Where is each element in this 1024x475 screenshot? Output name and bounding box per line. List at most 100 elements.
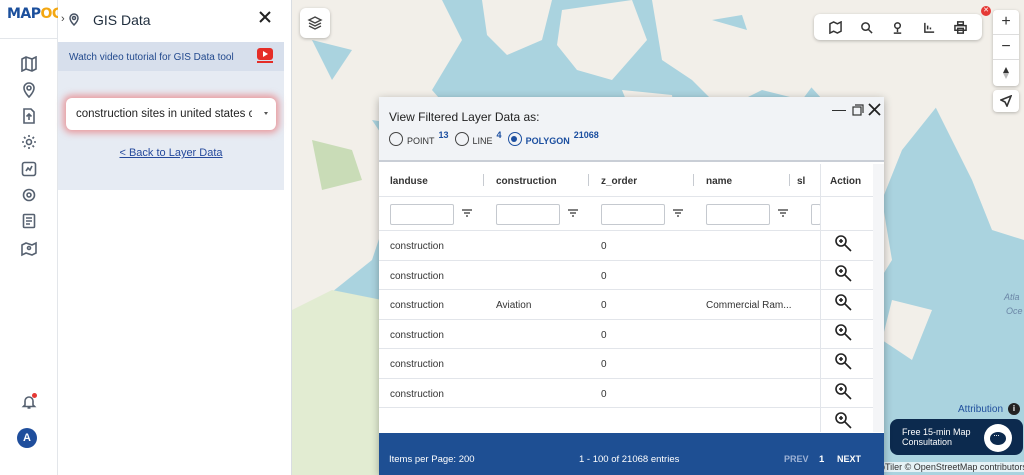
ocean-label: Atla [1004, 292, 1020, 302]
column-header-action: Action [830, 176, 862, 187]
report-icon[interactable] [20, 212, 38, 230]
line-radio[interactable] [454, 132, 469, 146]
toolbar-close-icon[interactable]: ✕ [981, 6, 991, 16]
table-row[interactable]: construction 0 [379, 379, 873, 408]
map-view-icon[interactable] [828, 19, 844, 35]
chat-icon[interactable] [984, 424, 1012, 452]
gear-icon[interactable] [20, 133, 38, 151]
consultation-text: Free 15-min Map Consultation [902, 427, 971, 447]
landuse-filter-input[interactable] [390, 204, 454, 225]
table-row[interactable]: construction 0 [379, 320, 873, 349]
construction-filter-input[interactable] [496, 204, 560, 225]
table-row[interactable]: construction 0 [379, 349, 873, 379]
settings-cog-icon[interactable] [20, 186, 38, 204]
column-separator[interactable] [483, 174, 484, 186]
action-column-divider [820, 164, 821, 432]
table-row[interactable]: construction 0 [379, 261, 873, 290]
pin-drop-icon[interactable] [890, 19, 906, 35]
minimize-icon[interactable]: — [832, 101, 846, 117]
dialog-title: View Filtered Layer Data as: [389, 110, 540, 124]
filter-icon[interactable] [673, 208, 683, 218]
layers-icon [307, 16, 323, 30]
entries-range: 1 - 100 of 21068 entries [579, 454, 680, 465]
column-separator[interactable] [588, 174, 589, 186]
mapog-logo[interactable]: MAPOG [7, 6, 63, 22]
name-filter-input[interactable] [706, 204, 770, 225]
z-order-filter-input[interactable] [601, 204, 665, 225]
z-order-cell: 0 [601, 388, 607, 400]
free-consultation-button[interactable]: Free 15-min Map Consultation [890, 419, 1023, 455]
point-count: 13 [438, 130, 449, 140]
zoom-to-feature-icon[interactable] [834, 293, 852, 311]
notification-dot [32, 393, 37, 398]
column-header-landuse[interactable]: landuse [390, 176, 428, 187]
table-scrollbar[interactable] [873, 164, 884, 432]
location-pin-icon[interactable] [20, 81, 38, 99]
layer-select-value: construction sites in united states c [76, 108, 252, 120]
ocean-label-2: Oce [1006, 306, 1023, 316]
print-icon[interactable] [952, 19, 968, 35]
polygon-radio[interactable] [507, 132, 522, 146]
info-icon[interactable]: i [1008, 403, 1020, 415]
zoom-to-feature-icon[interactable] [834, 234, 852, 252]
close-icon[interactable] [257, 9, 273, 25]
column-header-truncated[interactable]: sl [797, 176, 805, 187]
zoom-to-feature-icon[interactable] [834, 323, 852, 341]
map-attribution: pTiler © OpenStreetMap contributors [878, 462, 1024, 472]
point-label: POINT [407, 136, 435, 146]
bell-icon[interactable] [20, 393, 38, 411]
filter-icon[interactable] [462, 208, 472, 218]
zoom-to-feature-icon[interactable] [834, 411, 852, 429]
column-header-z-order[interactable]: z_order [601, 176, 637, 187]
table-row[interactable] [379, 408, 873, 432]
filter-icon[interactable] [778, 208, 788, 218]
zoom-in-button[interactable]: + [993, 10, 1019, 35]
current-page[interactable]: 1 [819, 454, 824, 465]
column-header-construction[interactable]: construction [496, 176, 557, 187]
table-header: landuse construction z_order name sl Act… [379, 164, 873, 197]
landuse-cell: construction [390, 300, 444, 311]
line-label: LINE [472, 136, 493, 146]
filter-icon[interactable] [568, 208, 578, 218]
construction-cell: Aviation [496, 300, 532, 311]
next-page-button[interactable]: NEXT [837, 454, 861, 464]
video-tutorial-banner[interactable]: Watch video tutorial for GIS Data tool [58, 42, 284, 71]
zoom-out-button[interactable]: − [993, 35, 1019, 60]
search-icon[interactable] [859, 19, 875, 35]
rail-divider [0, 38, 58, 39]
zoom-to-feature-icon[interactable] [834, 382, 852, 400]
chevron-down-icon [264, 112, 268, 115]
map-toolbar [814, 14, 982, 40]
measure-icon[interactable] [921, 19, 937, 35]
locate-button[interactable] [993, 90, 1019, 112]
point-radio[interactable] [389, 132, 403, 146]
youtube-icon[interactable] [257, 48, 273, 60]
upload-file-icon[interactable] [20, 107, 38, 125]
map-icon[interactable] [20, 55, 38, 73]
dialog-header: View Filtered Layer Data as: — POINT 13 … [379, 97, 884, 162]
attribution-label[interactable]: Attribution [958, 404, 1003, 415]
line-count: 4 [496, 130, 502, 140]
tutorial-text: Watch video tutorial for GIS Data tool [69, 52, 234, 63]
map-analysis-icon[interactable] [20, 160, 38, 178]
items-per-page[interactable]: Items per Page: 200 [389, 454, 475, 465]
column-separator[interactable] [789, 174, 790, 186]
column-header-name[interactable]: name [706, 176, 732, 187]
polygon-count: 21068 [573, 130, 599, 140]
table-row[interactable]: construction Aviation 0 Commercial Ram..… [379, 290, 873, 320]
back-to-layer-data-link[interactable]: < Back to Layer Data [58, 147, 284, 159]
close-icon[interactable] [868, 100, 881, 119]
avatar[interactable]: A [17, 428, 37, 448]
collapse-chevron-icon[interactable]: › [61, 13, 65, 25]
compass-icon[interactable] [993, 60, 1019, 85]
layer-select[interactable]: construction sites in united states c [66, 98, 276, 130]
maximize-icon[interactable] [852, 100, 864, 119]
zoom-to-feature-icon[interactable] [834, 352, 852, 370]
table-row[interactable]: construction 0 [379, 231, 873, 261]
layers-button[interactable] [300, 8, 330, 38]
column-separator[interactable] [693, 174, 694, 186]
pagination-bar: Items per Page: 200 1 - 100 of 21068 ent… [379, 433, 884, 475]
zoom-to-feature-icon[interactable] [834, 264, 852, 282]
map-pin-icon[interactable] [20, 240, 38, 258]
prev-page-button[interactable]: PREV [784, 454, 809, 464]
